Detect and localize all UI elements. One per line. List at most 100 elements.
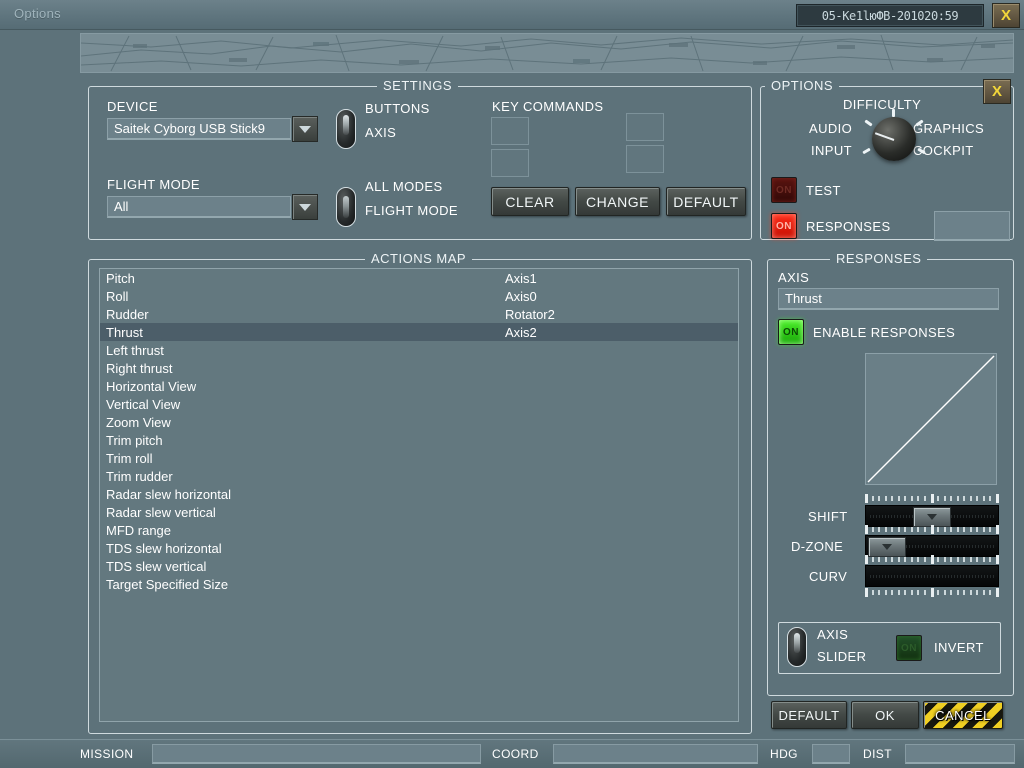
hdg-field[interactable] <box>812 744 850 764</box>
options-close-button[interactable]: X <box>983 79 1011 104</box>
slider-tick <box>989 557 992 562</box>
slider-tick <box>871 527 874 532</box>
invert-label: INVERT <box>934 640 984 655</box>
responses-led-button[interactable]: ON <box>771 213 797 239</box>
slider-grain <box>870 575 994 578</box>
action-name: Trim pitch <box>106 432 163 448</box>
shift-slider-thumb[interactable] <box>913 507 951 527</box>
table-row[interactable]: Rudder Rotator2 <box>100 305 738 323</box>
slider-tick <box>923 496 926 501</box>
slider-tick <box>878 590 881 595</box>
dist-field[interactable] <box>905 744 1015 764</box>
table-row[interactable]: Radar slew vertical <box>100 503 738 521</box>
table-row[interactable]: Trim roll <box>100 449 738 467</box>
slider-tick <box>963 590 966 595</box>
table-row[interactable]: MFD range <box>100 521 738 539</box>
axis-value-field[interactable]: Thrust <box>778 288 999 310</box>
table-row[interactable]: Pitch Axis1 <box>100 269 738 287</box>
default-button[interactable]: DEFAULT <box>771 701 847 729</box>
key-command-slot-4[interactable] <box>626 145 664 173</box>
chevron-down-icon <box>299 203 311 211</box>
response-curve-graph[interactable] <box>865 353 997 485</box>
slider-tick <box>865 588 868 597</box>
actions-map-list[interactable]: Pitch Axis1 Roll Axis0 Rudder Rotator2 Thrust A… <box>99 268 739 722</box>
device-select[interactable]: Saitek Cyborg USB Stick9 <box>107 118 291 140</box>
table-row[interactable]: Horizontal View <box>100 377 738 395</box>
difficulty-dial-knob[interactable] <box>872 117 916 161</box>
dzone-slider-track[interactable] <box>865 535 999 557</box>
invert-led-button[interactable]: ON <box>896 635 922 661</box>
table-row[interactable]: Left thrust <box>100 341 738 359</box>
default-key-button[interactable]: DEFAULT <box>666 187 746 216</box>
slider-tick <box>956 557 959 562</box>
slider-tick <box>969 496 972 501</box>
slider-tick <box>904 496 907 501</box>
toggle-flight-mode-label: FLIGHT MODE <box>365 203 459 218</box>
table-row[interactable]: TDS slew vertical <box>100 557 738 575</box>
cancel-button[interactable]: CANCEL <box>923 701 1003 729</box>
response-curve-line-icon <box>867 355 995 483</box>
window-close-button[interactable]: X <box>992 3 1020 28</box>
axis-toggle-top-label: AXIS <box>817 627 849 642</box>
table-row[interactable]: Roll Axis0 <box>100 287 738 305</box>
datetime-text: 05-Ke1lюФB-201020:59 <box>821 8 959 23</box>
change-button[interactable]: CHANGE <box>575 187 660 216</box>
slider-tick <box>976 496 979 501</box>
coord-field[interactable] <box>553 744 758 764</box>
action-name: Roll <box>106 288 129 304</box>
enable-responses-led-button[interactable]: ON <box>778 319 804 345</box>
action-name: TDS slew horizontal <box>106 540 222 556</box>
table-row[interactable]: Thrust Axis2 <box>100 323 738 341</box>
slider-tick <box>871 557 874 562</box>
key-command-slot-1[interactable] <box>491 117 529 145</box>
curv-slider-label: CURV <box>809 569 848 584</box>
key-command-slot-3[interactable] <box>626 113 664 141</box>
key-command-slot-2[interactable] <box>491 149 529 177</box>
table-row[interactable]: Zoom View <box>100 413 738 431</box>
curv-slider-track[interactable] <box>865 565 999 587</box>
table-row[interactable]: Right thrust <box>100 359 738 377</box>
slider-tick <box>923 557 926 562</box>
responses-info-box <box>934 211 1010 241</box>
mission-field[interactable] <box>152 744 481 764</box>
flight-mode-select[interactable]: All <box>107 196 291 218</box>
slider-tick <box>956 496 959 501</box>
ok-button[interactable]: OK <box>851 701 919 729</box>
test-led-button[interactable]: ON <box>771 177 797 203</box>
triangle-down-icon <box>927 514 937 520</box>
action-name: TDS slew vertical <box>106 558 207 574</box>
slider-tick <box>943 527 946 532</box>
dial-tick-audio <box>864 119 873 127</box>
slider-tick <box>996 555 999 564</box>
dzone-slider-thumb[interactable] <box>867 537 906 557</box>
table-row[interactable]: Radar slew horizontal <box>100 485 738 503</box>
slider-tick <box>904 527 907 532</box>
slider-tick <box>937 496 940 501</box>
table-row[interactable]: Vertical View <box>100 395 738 413</box>
slider-tick <box>982 496 985 501</box>
buttons-axis-toggle[interactable] <box>336 109 356 149</box>
shift-slider-track[interactable] <box>865 505 999 527</box>
table-row[interactable]: Target Specified Size <box>100 575 738 593</box>
axis-slider-toggle[interactable] <box>787 627 807 667</box>
slider-tick <box>982 557 985 562</box>
slider-tick <box>963 496 966 501</box>
slider-tick <box>989 496 992 501</box>
axis-label: AXIS <box>778 270 810 285</box>
device-dropdown-button[interactable] <box>292 116 318 142</box>
slider-tick <box>878 557 881 562</box>
slider-tick <box>923 590 926 595</box>
all-modes-flight-mode-toggle[interactable] <box>336 187 356 227</box>
action-name: Trim roll <box>106 450 153 466</box>
slider-tick <box>996 494 999 503</box>
table-row[interactable]: Trim rudder <box>100 467 738 485</box>
enable-responses-label: ENABLE RESPONSES <box>813 325 956 340</box>
dist-label: DIST <box>863 747 892 761</box>
table-row[interactable]: TDS slew horizontal <box>100 539 738 557</box>
hdg-label: HDG <box>770 747 798 761</box>
clear-button[interactable]: CLEAR <box>491 187 569 216</box>
datetime-display: 05-Ke1lюФB-201020:59 <box>796 4 984 27</box>
table-row[interactable]: Trim pitch <box>100 431 738 449</box>
slider-tick <box>884 496 887 501</box>
flight-mode-dropdown-button[interactable] <box>292 194 318 220</box>
